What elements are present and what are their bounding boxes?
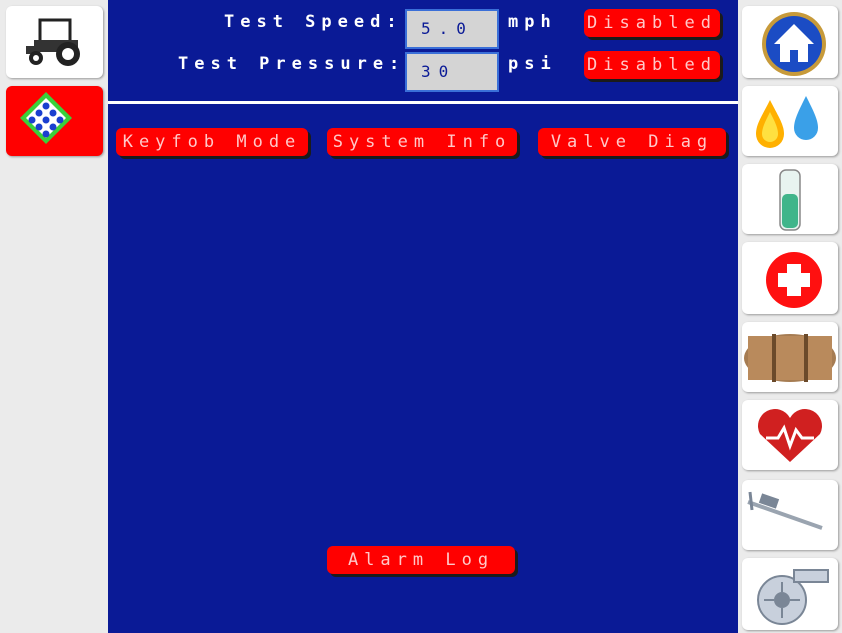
health-button[interactable] xyxy=(742,400,838,470)
valve-diag-button[interactable]: Valve Diag xyxy=(538,128,726,156)
medical-cross-icon xyxy=(766,252,822,308)
caliper-button[interactable] xyxy=(742,480,838,550)
test-speed-label: Test Speed: xyxy=(224,12,403,32)
left-sidebar xyxy=(0,0,108,633)
heart-rate-icon xyxy=(758,409,822,462)
test-pressure-unit: psi xyxy=(508,54,557,74)
diamond-nozzle-icon xyxy=(20,92,72,144)
main-panel: Test Speed: 5.0 mph Disabled Test Pressu… xyxy=(108,0,738,633)
test-tube-icon xyxy=(779,169,801,231)
system-info-button[interactable]: System Info xyxy=(327,128,517,156)
tractor-button[interactable] xyxy=(6,6,103,78)
flow-meter-button[interactable] xyxy=(742,558,838,630)
caliper-icon xyxy=(747,491,823,530)
home-button[interactable] xyxy=(742,6,838,78)
fuel-drop-icon xyxy=(756,96,818,148)
right-sidebar xyxy=(738,0,842,633)
test-tube-button[interactable] xyxy=(742,164,838,234)
test-pressure-label: Test Pressure: xyxy=(178,54,406,74)
test-pressure-field[interactable]: 30 xyxy=(405,52,499,92)
alarm-log-button[interactable]: Alarm Log xyxy=(327,546,515,574)
flow-meter-icon xyxy=(757,569,829,625)
header-divider xyxy=(108,101,738,104)
test-speed-field[interactable]: 5.0 xyxy=(405,9,499,49)
test-speed-status-button[interactable]: Disabled xyxy=(584,9,720,37)
medical-button[interactable] xyxy=(742,242,838,314)
tractor-icon xyxy=(26,18,80,66)
fuel-button[interactable] xyxy=(742,86,838,156)
keyfob-mode-button[interactable]: Keyfob Mode xyxy=(116,128,308,156)
tank-icon xyxy=(744,334,836,382)
test-pressure-status-button[interactable]: Disabled xyxy=(584,51,720,79)
home-icon xyxy=(762,12,826,76)
nozzle-diamond-button[interactable] xyxy=(6,86,103,156)
test-speed-unit: mph xyxy=(508,12,557,32)
tank-button[interactable] xyxy=(742,322,838,392)
